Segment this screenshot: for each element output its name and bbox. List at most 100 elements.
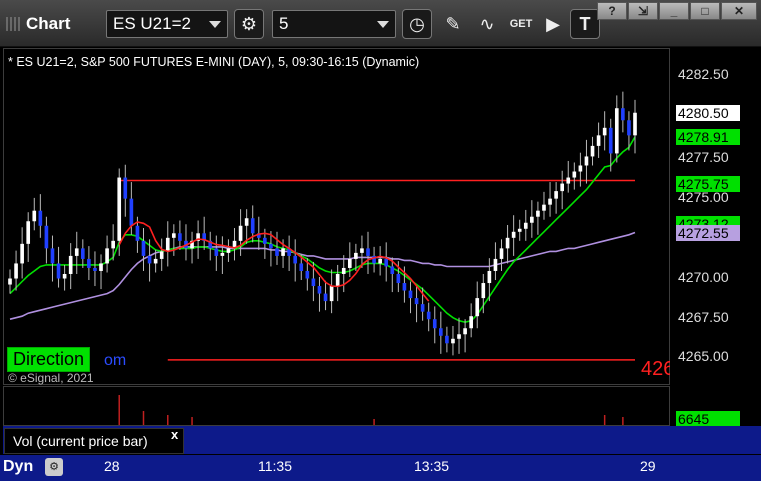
candle-body bbox=[111, 240, 115, 249]
candle-body bbox=[56, 263, 61, 279]
candle-body bbox=[366, 248, 370, 256]
volume-pane[interactable] bbox=[3, 386, 670, 426]
candle-body bbox=[445, 335, 449, 344]
candle-body bbox=[426, 311, 431, 320]
candle-body bbox=[293, 255, 298, 264]
candle-body bbox=[178, 233, 182, 241]
price-label: 4282.50 bbox=[678, 66, 729, 82]
candle-body bbox=[159, 251, 164, 259]
price-label: 4267.50 bbox=[678, 309, 729, 325]
candle-body bbox=[354, 252, 358, 259]
candle-body bbox=[402, 283, 407, 291]
candle-body bbox=[596, 135, 601, 146]
chart-window: Chart ES U21=2 ⚙ 5 ◷ ✎ ∿ GET ▶ T ? ⇲ _ □… bbox=[0, 0, 761, 481]
dynamic-mode[interactable]: Dyn bbox=[3, 458, 33, 476]
candle-body bbox=[87, 258, 91, 268]
candle-body bbox=[44, 225, 49, 249]
direction-label[interactable]: Direction bbox=[7, 347, 91, 372]
price-tag: 4280.50 bbox=[676, 104, 740, 121]
price-label: 4265.00 bbox=[678, 348, 729, 364]
candle-body bbox=[311, 278, 316, 287]
time-label: 28 bbox=[104, 458, 120, 474]
candle-body bbox=[250, 218, 255, 234]
candle-body bbox=[62, 273, 67, 279]
candle-body bbox=[99, 263, 103, 271]
candle-body bbox=[420, 304, 425, 312]
candle-body bbox=[335, 273, 340, 287]
candle-body bbox=[469, 316, 473, 329]
candle-body bbox=[281, 248, 285, 256]
candle-body bbox=[475, 298, 480, 317]
volume-study-label[interactable]: Vol (current price bar) bbox=[4, 428, 184, 454]
time-label: 13:35 bbox=[414, 458, 450, 474]
candle-body bbox=[499, 248, 504, 259]
candle-body bbox=[578, 165, 583, 172]
candle-body bbox=[141, 240, 146, 256]
candle-body bbox=[8, 278, 12, 285]
price-label: 4277.50 bbox=[678, 149, 729, 165]
candle-body bbox=[32, 210, 37, 222]
price-tag: 4275.75 bbox=[676, 176, 740, 193]
candle-body bbox=[511, 231, 516, 238]
candle-body bbox=[74, 248, 79, 256]
candle-body bbox=[80, 248, 85, 259]
candle-body bbox=[263, 237, 267, 244]
candle-body bbox=[536, 210, 540, 217]
candle-body bbox=[560, 183, 565, 192]
copyright: © eSignal, 2021 bbox=[8, 371, 94, 385]
candle-body bbox=[329, 286, 334, 302]
candle-body bbox=[299, 263, 304, 271]
candle-body bbox=[633, 112, 637, 136]
candle-body bbox=[439, 328, 443, 336]
candle-body bbox=[244, 218, 249, 226]
direction-tail: om bbox=[104, 352, 127, 369]
candle-body bbox=[627, 120, 631, 136]
candle-body bbox=[129, 198, 134, 226]
candle-body bbox=[463, 328, 467, 335]
time-axis[interactable]: Dyn ⚙ 28 11:35 13:35 29 bbox=[0, 455, 761, 481]
candle-body bbox=[493, 258, 498, 271]
candle-body bbox=[341, 267, 346, 274]
volume-last-tag: 6645 bbox=[676, 411, 740, 427]
candle-body bbox=[487, 270, 492, 284]
candle-body bbox=[50, 248, 55, 264]
candle-body bbox=[269, 243, 273, 249]
candle-body bbox=[147, 255, 152, 264]
candle-body bbox=[451, 338, 455, 344]
candle-body bbox=[323, 293, 328, 302]
candle-body bbox=[38, 210, 43, 226]
candle-body bbox=[517, 228, 522, 232]
candle-body bbox=[105, 248, 109, 264]
close-study-icon[interactable]: x bbox=[171, 427, 178, 442]
candle-body bbox=[165, 237, 170, 252]
candle-body bbox=[360, 248, 364, 253]
candle-body bbox=[542, 204, 546, 211]
candle-body bbox=[414, 298, 419, 305]
candle-body bbox=[614, 108, 619, 154]
time-label: 29 bbox=[640, 458, 656, 474]
candle-body bbox=[432, 319, 437, 329]
candle-body bbox=[584, 156, 589, 166]
price-tag: 4278.91 bbox=[676, 128, 740, 145]
candle-body bbox=[396, 273, 401, 284]
candle-body bbox=[572, 171, 577, 178]
candle-body bbox=[608, 127, 613, 154]
candle-body bbox=[347, 258, 352, 268]
candle-body bbox=[457, 334, 461, 339]
candle-body bbox=[384, 258, 389, 267]
candle-body bbox=[14, 263, 18, 279]
candle-body bbox=[305, 270, 310, 279]
candle-body bbox=[275, 248, 279, 256]
candle-body bbox=[390, 266, 395, 274]
candle-body bbox=[123, 177, 128, 199]
candle-body bbox=[566, 177, 571, 184]
candle-body bbox=[481, 283, 486, 299]
candle-body bbox=[621, 108, 625, 121]
candle-body bbox=[378, 258, 382, 264]
candle-body bbox=[530, 216, 534, 223]
lock-icon[interactable]: ⚙ bbox=[45, 458, 63, 476]
candle-body bbox=[20, 243, 24, 264]
candle-body bbox=[26, 221, 31, 244]
candle-body bbox=[238, 225, 243, 241]
price-label: 4270.00 bbox=[678, 269, 729, 285]
